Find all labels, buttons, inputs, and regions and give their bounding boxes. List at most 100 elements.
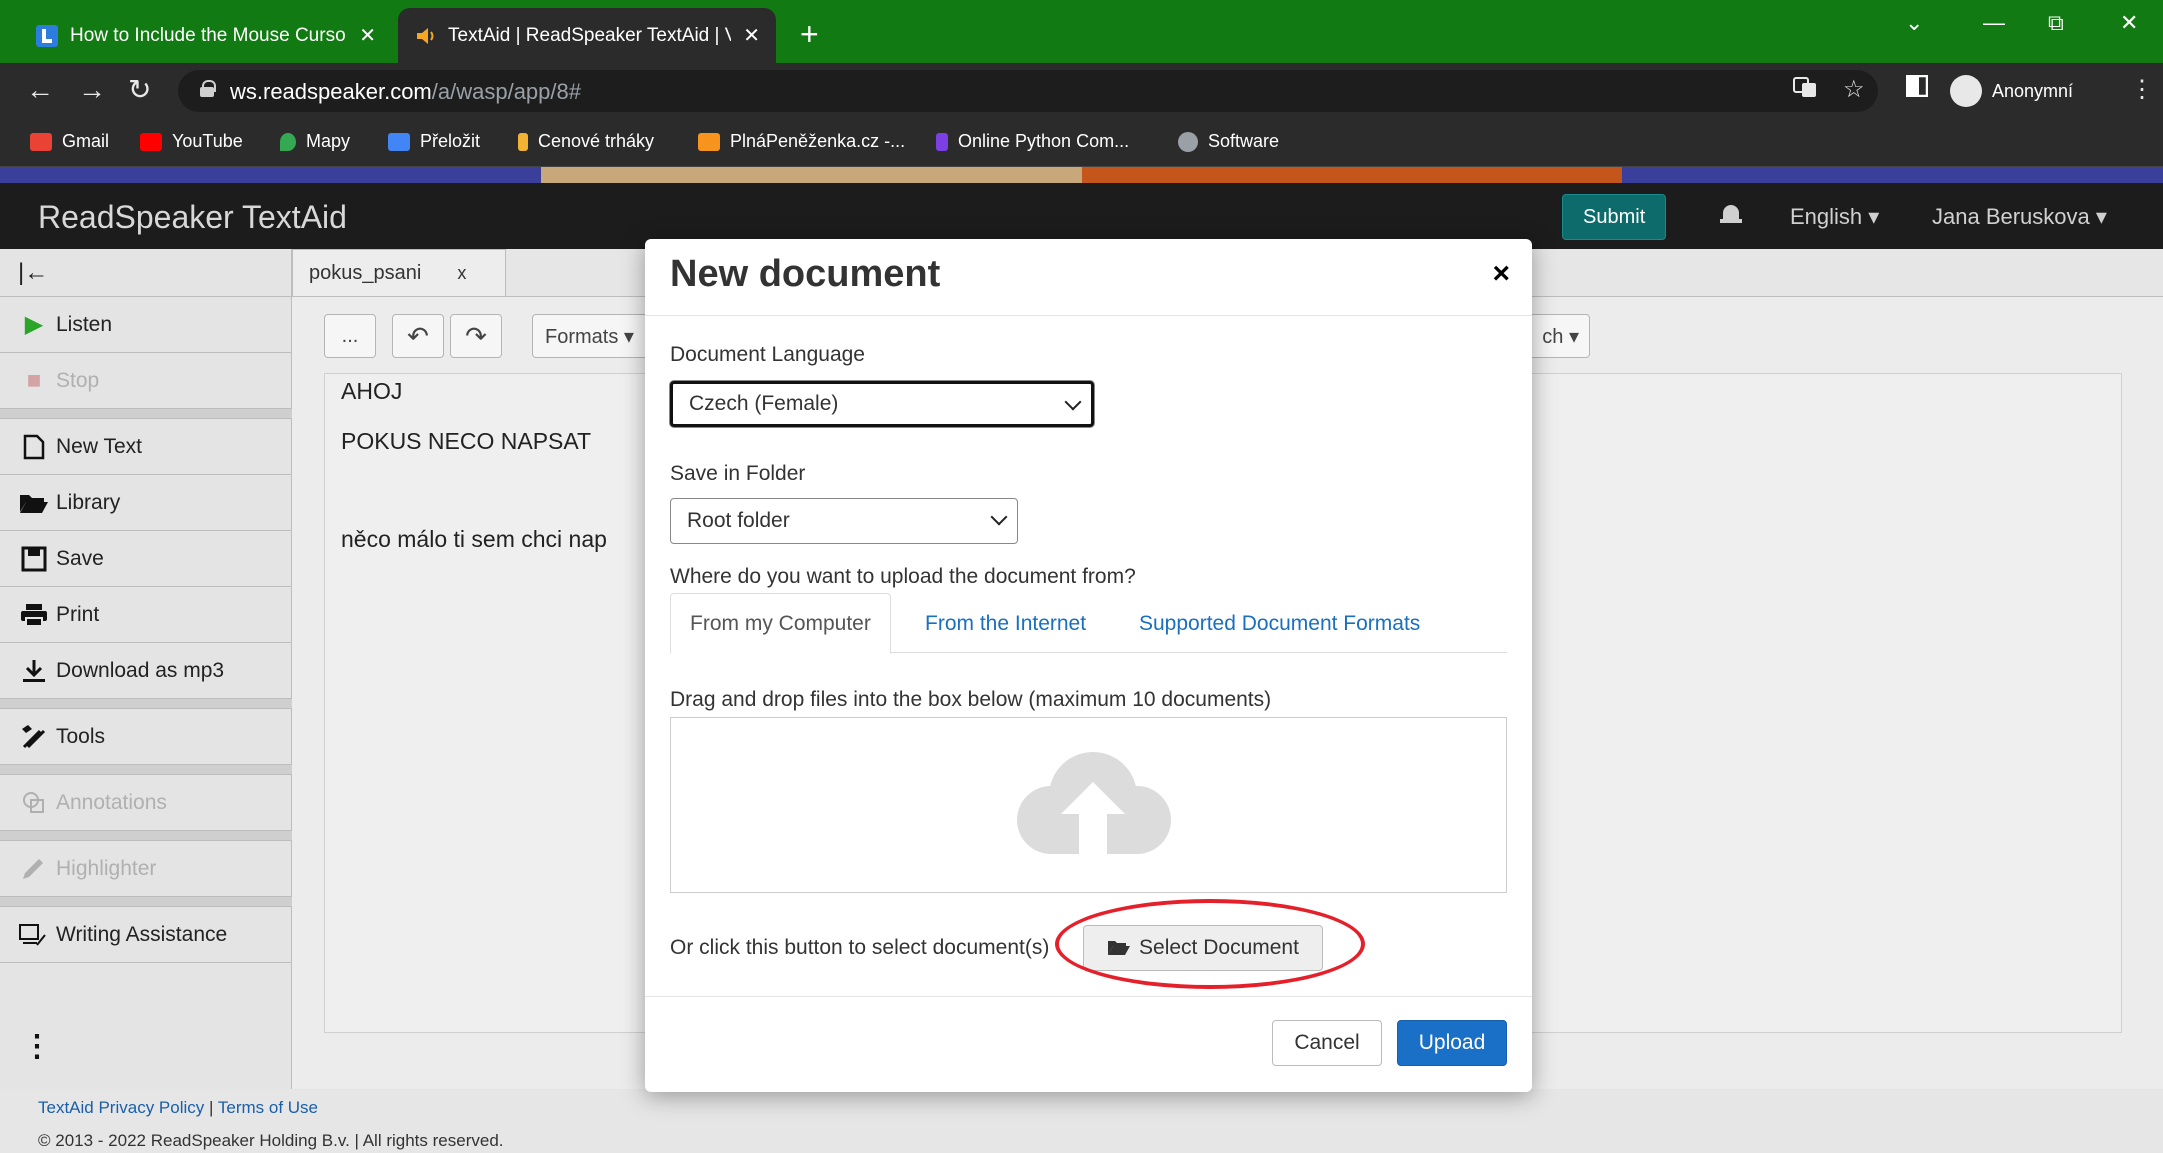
editor-line: AHOJ — [341, 378, 403, 404]
collapse-icon: |← — [18, 258, 49, 286]
translate-icon — [388, 132, 410, 151]
tab-favicon-icon — [36, 24, 58, 47]
bookmark-label: Gmail — [62, 131, 110, 151]
document-language-select[interactable]: Czech (Female) — [670, 381, 1094, 427]
drag-drop-label: Drag and drop files into the box below (… — [670, 688, 1272, 711]
select-document-prompt: Or click this button to select document(… — [670, 936, 1050, 959]
notifications-bell-icon[interactable] — [1720, 203, 1742, 227]
tab-title: TextAid | ReadSpeaker TextAid | V — [448, 24, 732, 46]
user-menu-dropdown[interactable]: Jana Beruskova ▾ — [1932, 204, 2107, 230]
cancel-button[interactable]: Cancel — [1272, 1020, 1382, 1066]
file-drop-zone[interactable] — [670, 717, 1507, 893]
sidebar-item-download-mp3[interactable]: Download as mp3 — [0, 643, 292, 699]
bookmark-software[interactable]: Software — [1178, 131, 1279, 152]
more-options-icon[interactable]: ⋮ — [22, 1029, 52, 1064]
sidebar-item-writing-assistance[interactable]: Writing Assistance — [0, 907, 292, 963]
save-folder-select[interactable]: Root folder — [670, 498, 1018, 544]
writing-assistance-icon — [18, 923, 50, 947]
back-button[interactable]: ← — [26, 75, 54, 105]
sidebar-item-stop: ■ Stop — [0, 353, 292, 409]
bookmark-prelozit[interactable]: Přeložit — [388, 131, 480, 152]
submit-button[interactable]: Submit — [1562, 194, 1667, 240]
bookmark-star-icon[interactable]: ☆ — [1843, 75, 1865, 104]
browser-menu-icon[interactable]: ⋮ — [2130, 75, 2154, 104]
tab-title: How to Include the Mouse Curso — [70, 24, 346, 46]
new-tab-button[interactable]: + — [800, 14, 819, 54]
tab-close-icon[interactable]: ✕ — [743, 23, 760, 48]
forward-button[interactable]: → — [78, 75, 106, 105]
sidebar-divider — [0, 699, 292, 709]
upload-source-tabs: From my Computer From the Internet Suppo… — [670, 593, 1507, 654]
incognito-profile[interactable]: Anonymní — [1950, 70, 2073, 112]
bookmark-gmail[interactable]: Gmail — [30, 131, 109, 152]
translate-icon[interactable] — [1793, 75, 1817, 106]
sidebar-divider — [0, 831, 292, 841]
bookmark-youtube[interactable]: YouTube — [140, 131, 243, 152]
bookmark-label: Přeložit — [420, 131, 481, 151]
sidebar-item-save[interactable]: Save — [0, 531, 292, 587]
sidebar-item-listen[interactable]: ▶ Listen — [0, 297, 292, 353]
bookmark-plnapenezenka[interactable]: PlnáPeněženka.cz -... — [698, 131, 905, 152]
wallet-icon — [698, 132, 720, 151]
new-file-icon — [18, 434, 50, 460]
document-tab[interactable]: pokus_psani x — [292, 249, 506, 297]
tab-from-the-internet[interactable]: From the Internet — [906, 593, 1105, 654]
minimize-button[interactable]: — — [1983, 10, 2005, 36]
sidebar-collapse-button[interactable]: |← — [0, 249, 292, 297]
gmail-icon — [30, 132, 52, 151]
language-dropdown[interactable]: English ▾ — [1790, 204, 1879, 230]
privacy-policy-link[interactable]: TextAid Privacy Policy — [38, 1098, 204, 1117]
globe-icon — [1178, 131, 1198, 152]
editor-line: něco málo ti sem chci nap — [341, 526, 607, 552]
bookmark-label: PlnáPeněženka.cz -... — [730, 131, 906, 151]
editor-line: POKUS NECO NAPSAT — [341, 428, 592, 454]
annotation-icon — [18, 790, 50, 816]
save-folder-value: Root folder — [687, 509, 790, 532]
tab-search-icon[interactable]: ⌄ — [1905, 10, 1923, 36]
document-language-value: Czech (Female) — [689, 392, 839, 415]
sidebar-item-label: Print — [56, 602, 100, 626]
sidebar-item-annotations: Annotations — [0, 775, 292, 831]
reload-button[interactable]: ↻ — [128, 75, 151, 105]
map-pin-icon — [280, 132, 296, 151]
browser-tab-bar: How to Include the Mouse Curso ✕ TextAid… — [0, 0, 2163, 63]
sidebar-item-label: Stop — [56, 368, 100, 392]
window-close-button[interactable]: ✕ — [2120, 10, 2138, 36]
browser-tab-howto[interactable]: How to Include the Mouse Curso ✕ — [20, 8, 392, 63]
sidebar-item-print[interactable]: Print — [0, 587, 292, 643]
upload-button[interactable]: Upload — [1397, 1020, 1507, 1066]
tab-close-icon[interactable]: ✕ — [359, 23, 376, 48]
url-text: ws.readspeaker.com/a/wasp/app/8# — [230, 79, 581, 105]
youtube-icon — [140, 132, 162, 151]
bookmark-mapy[interactable]: Mapy — [280, 131, 350, 152]
redo-button[interactable]: ↷ — [450, 314, 502, 358]
sidebar-item-library[interactable]: Library — [0, 475, 292, 531]
url-host: ws.readspeaker.com — [230, 79, 432, 104]
tab-supported-formats[interactable]: Supported Document Formats — [1120, 593, 1439, 654]
undo-button[interactable]: ↶ — [392, 314, 444, 358]
sidebar-item-new-text[interactable]: New Text — [0, 419, 292, 475]
banana-icon — [518, 132, 528, 151]
floppy-disk-icon — [18, 546, 50, 572]
formats-dropdown[interactable]: Formats ▾ — [532, 314, 662, 358]
document-tab-close-icon[interactable]: x — [457, 263, 466, 284]
highlight-annotation — [1055, 899, 1365, 989]
highlighter-icon — [18, 857, 50, 881]
dialog-close-button[interactable]: × — [1492, 257, 1510, 291]
sidebar-item-label: Download as mp3 — [56, 658, 225, 682]
bookmark-cenove-trhaky[interactable]: Cenové trháky — [518, 131, 654, 152]
restore-button[interactable]: ⧉ — [2048, 10, 2064, 36]
url-field[interactable]: ws.readspeaker.com/a/wasp/app/8# — [178, 70, 1878, 112]
bookmark-online-python[interactable]: Online Python Com... — [936, 131, 1129, 152]
footer-links: TextAid Privacy Policy | Terms of Use — [38, 1098, 318, 1118]
tab-from-my-computer[interactable]: From my Computer — [670, 593, 891, 654]
side-panel-icon[interactable] — [1905, 74, 1929, 104]
sidebar-item-label: Annotations — [56, 790, 167, 814]
sidebar-item-label: New Text — [56, 434, 142, 458]
terms-of-use-link[interactable]: Terms of Use — [218, 1098, 318, 1117]
play-icon: ▶ — [24, 311, 44, 338]
sidebar-item-tools[interactable]: Tools — [0, 709, 292, 765]
toolbar-more-button[interactable]: ... — [324, 314, 376, 358]
browser-tab-textaid[interactable]: TextAid | ReadSpeaker TextAid | V ✕ — [398, 8, 776, 63]
brand-stripe — [0, 167, 2163, 183]
